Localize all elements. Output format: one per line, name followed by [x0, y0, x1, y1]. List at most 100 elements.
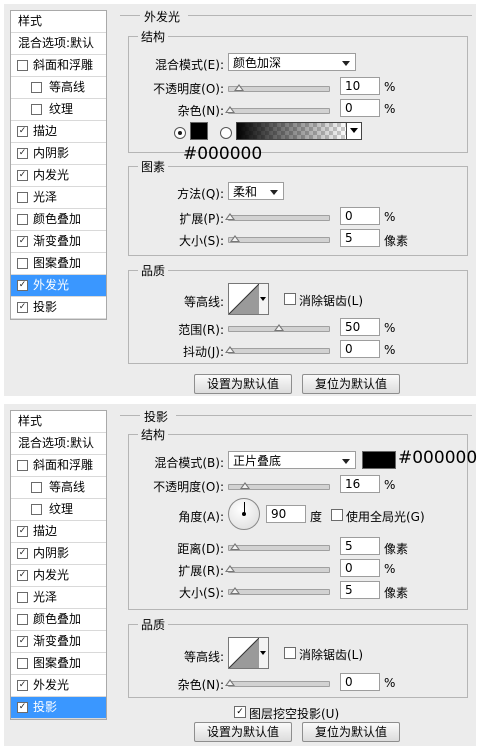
slider-thumb[interactable]: [230, 587, 240, 594]
style-checkbox[interactable]: [17, 192, 28, 203]
sidebar-item[interactable]: 混合选项:默认: [11, 33, 106, 55]
style-checkbox[interactable]: [17, 592, 28, 603]
slider-thumb[interactable]: [274, 324, 284, 331]
sidebar-item[interactable]: 样式: [11, 11, 106, 33]
style-checkbox[interactable]: ✓: [17, 236, 28, 247]
slider-thumb[interactable]: [225, 679, 235, 686]
distance-slider[interactable]: [228, 543, 330, 551]
style-checkbox[interactable]: [31, 104, 42, 115]
sidebar-item[interactable]: ✓ 内阴影: [11, 143, 106, 165]
slider-thumb[interactable]: [225, 565, 235, 572]
contour-dropdown[interactable]: [259, 283, 269, 315]
style-checkbox[interactable]: ✓: [17, 702, 28, 713]
style-checkbox[interactable]: ✓: [17, 280, 28, 291]
jitter-input[interactable]: 0: [340, 340, 380, 358]
size-slider[interactable]: [228, 587, 330, 595]
size-slider[interactable]: [228, 235, 330, 243]
opacity-input[interactable]: 10: [340, 77, 380, 95]
sidebar-item[interactable]: ✓ 渐变叠加: [11, 231, 106, 253]
jitter-slider[interactable]: [225, 346, 330, 354]
sidebar-item[interactable]: ✓ 渐变叠加: [11, 631, 106, 653]
sidebar-item[interactable]: 混合选项:默认: [11, 433, 106, 455]
opacity-input[interactable]: 16: [340, 475, 380, 493]
style-checkbox[interactable]: [31, 504, 42, 515]
sidebar-item[interactable]: ✓ 外发光: [11, 675, 106, 697]
gradient-preview[interactable]: [236, 122, 348, 140]
sidebar-item[interactable]: 光泽: [11, 587, 106, 609]
slider-thumb[interactable]: [225, 106, 235, 113]
contour-dropdown[interactable]: [259, 637, 269, 669]
sidebar-item[interactable]: ✓ 投影: [11, 697, 106, 719]
sidebar-item[interactable]: ✓ 描边: [11, 521, 106, 543]
style-checkbox[interactable]: ✓: [17, 548, 28, 559]
opacity-slider[interactable]: [228, 482, 330, 490]
style-checkbox[interactable]: ✓: [17, 526, 28, 537]
slider-thumb[interactable]: [230, 543, 240, 550]
size-input[interactable]: 5: [340, 229, 380, 247]
sidebar-item[interactable]: ✓ 投影: [11, 297, 106, 319]
distance-input[interactable]: 5: [340, 537, 380, 555]
sidebar-item[interactable]: 斜面和浮雕: [11, 55, 106, 77]
sidebar-item[interactable]: 颜色叠加: [11, 609, 106, 631]
spread-slider[interactable]: [225, 213, 330, 221]
spread-slider[interactable]: [225, 565, 330, 573]
glow-color-swatch[interactable]: [190, 122, 208, 140]
gradient-dropdown[interactable]: [346, 122, 362, 140]
sidebar-item[interactable]: 纹理: [11, 99, 106, 121]
blend-mode-select[interactable]: 颜色加深: [228, 53, 356, 71]
style-checkbox[interactable]: [17, 658, 28, 669]
slider-thumb[interactable]: [234, 84, 244, 91]
antialias-checkbox[interactable]: [284, 647, 296, 659]
shadow-color-swatch[interactable]: [362, 451, 396, 469]
style-checkbox[interactable]: [31, 82, 42, 93]
style-checkbox[interactable]: [17, 614, 28, 625]
spread-input[interactable]: 0: [340, 207, 380, 225]
style-checkbox[interactable]: ✓: [17, 302, 28, 313]
sidebar-item[interactable]: ✓ 外发光: [11, 275, 106, 297]
sidebar-item[interactable]: ✓ 内发光: [11, 165, 106, 187]
sidebar-item[interactable]: ✓ 内阴影: [11, 543, 106, 565]
noise-input[interactable]: 0: [340, 673, 380, 691]
sidebar-item[interactable]: 光泽: [11, 187, 106, 209]
noise-slider[interactable]: [225, 106, 330, 114]
size-input[interactable]: 5: [340, 581, 380, 599]
sidebar-item[interactable]: 等高线: [11, 77, 106, 99]
opacity-slider[interactable]: [228, 84, 330, 92]
contour-picker[interactable]: [228, 283, 260, 315]
sidebar-item[interactable]: 颜色叠加: [11, 209, 106, 231]
reset-default-button[interactable]: 复位为默认值: [302, 374, 400, 394]
style-checkbox[interactable]: ✓: [17, 680, 28, 691]
noise-input[interactable]: 0: [340, 99, 380, 117]
style-checkbox[interactable]: [17, 460, 28, 471]
sidebar-item[interactable]: 图案叠加: [11, 653, 106, 675]
noise-slider[interactable]: [225, 679, 330, 687]
style-checkbox[interactable]: [17, 60, 28, 71]
style-checkbox[interactable]: [17, 214, 28, 225]
style-checkbox[interactable]: [31, 482, 42, 493]
slider-thumb[interactable]: [230, 235, 240, 242]
spread-input[interactable]: 0: [340, 559, 380, 577]
gradient-radio[interactable]: [220, 127, 232, 139]
slider-thumb[interactable]: [225, 213, 235, 220]
slider-thumb[interactable]: [225, 346, 235, 353]
blend-mode-select[interactable]: 正片叠底: [228, 451, 356, 469]
global-light-checkbox[interactable]: [331, 509, 343, 521]
solid-color-radio[interactable]: [174, 127, 186, 139]
knockout-checkbox[interactable]: ✓: [234, 706, 246, 718]
slider-thumb[interactable]: [240, 482, 250, 489]
style-checkbox[interactable]: [17, 258, 28, 269]
sidebar-item[interactable]: 斜面和浮雕: [11, 455, 106, 477]
style-checkbox[interactable]: ✓: [17, 148, 28, 159]
range-input[interactable]: 50: [340, 318, 380, 336]
angle-input[interactable]: 90: [266, 505, 306, 523]
sidebar-item[interactable]: 图案叠加: [11, 253, 106, 275]
style-checkbox[interactable]: ✓: [17, 126, 28, 137]
range-slider[interactable]: [228, 324, 330, 332]
style-checkbox[interactable]: ✓: [17, 170, 28, 181]
style-checkbox[interactable]: ✓: [17, 636, 28, 647]
sidebar-item[interactable]: 纹理: [11, 499, 106, 521]
sidebar-item[interactable]: ✓ 内发光: [11, 565, 106, 587]
make-default-button[interactable]: 设置为默认值: [194, 374, 292, 394]
angle-dial[interactable]: [228, 498, 260, 530]
technique-select[interactable]: 柔和: [228, 182, 284, 200]
